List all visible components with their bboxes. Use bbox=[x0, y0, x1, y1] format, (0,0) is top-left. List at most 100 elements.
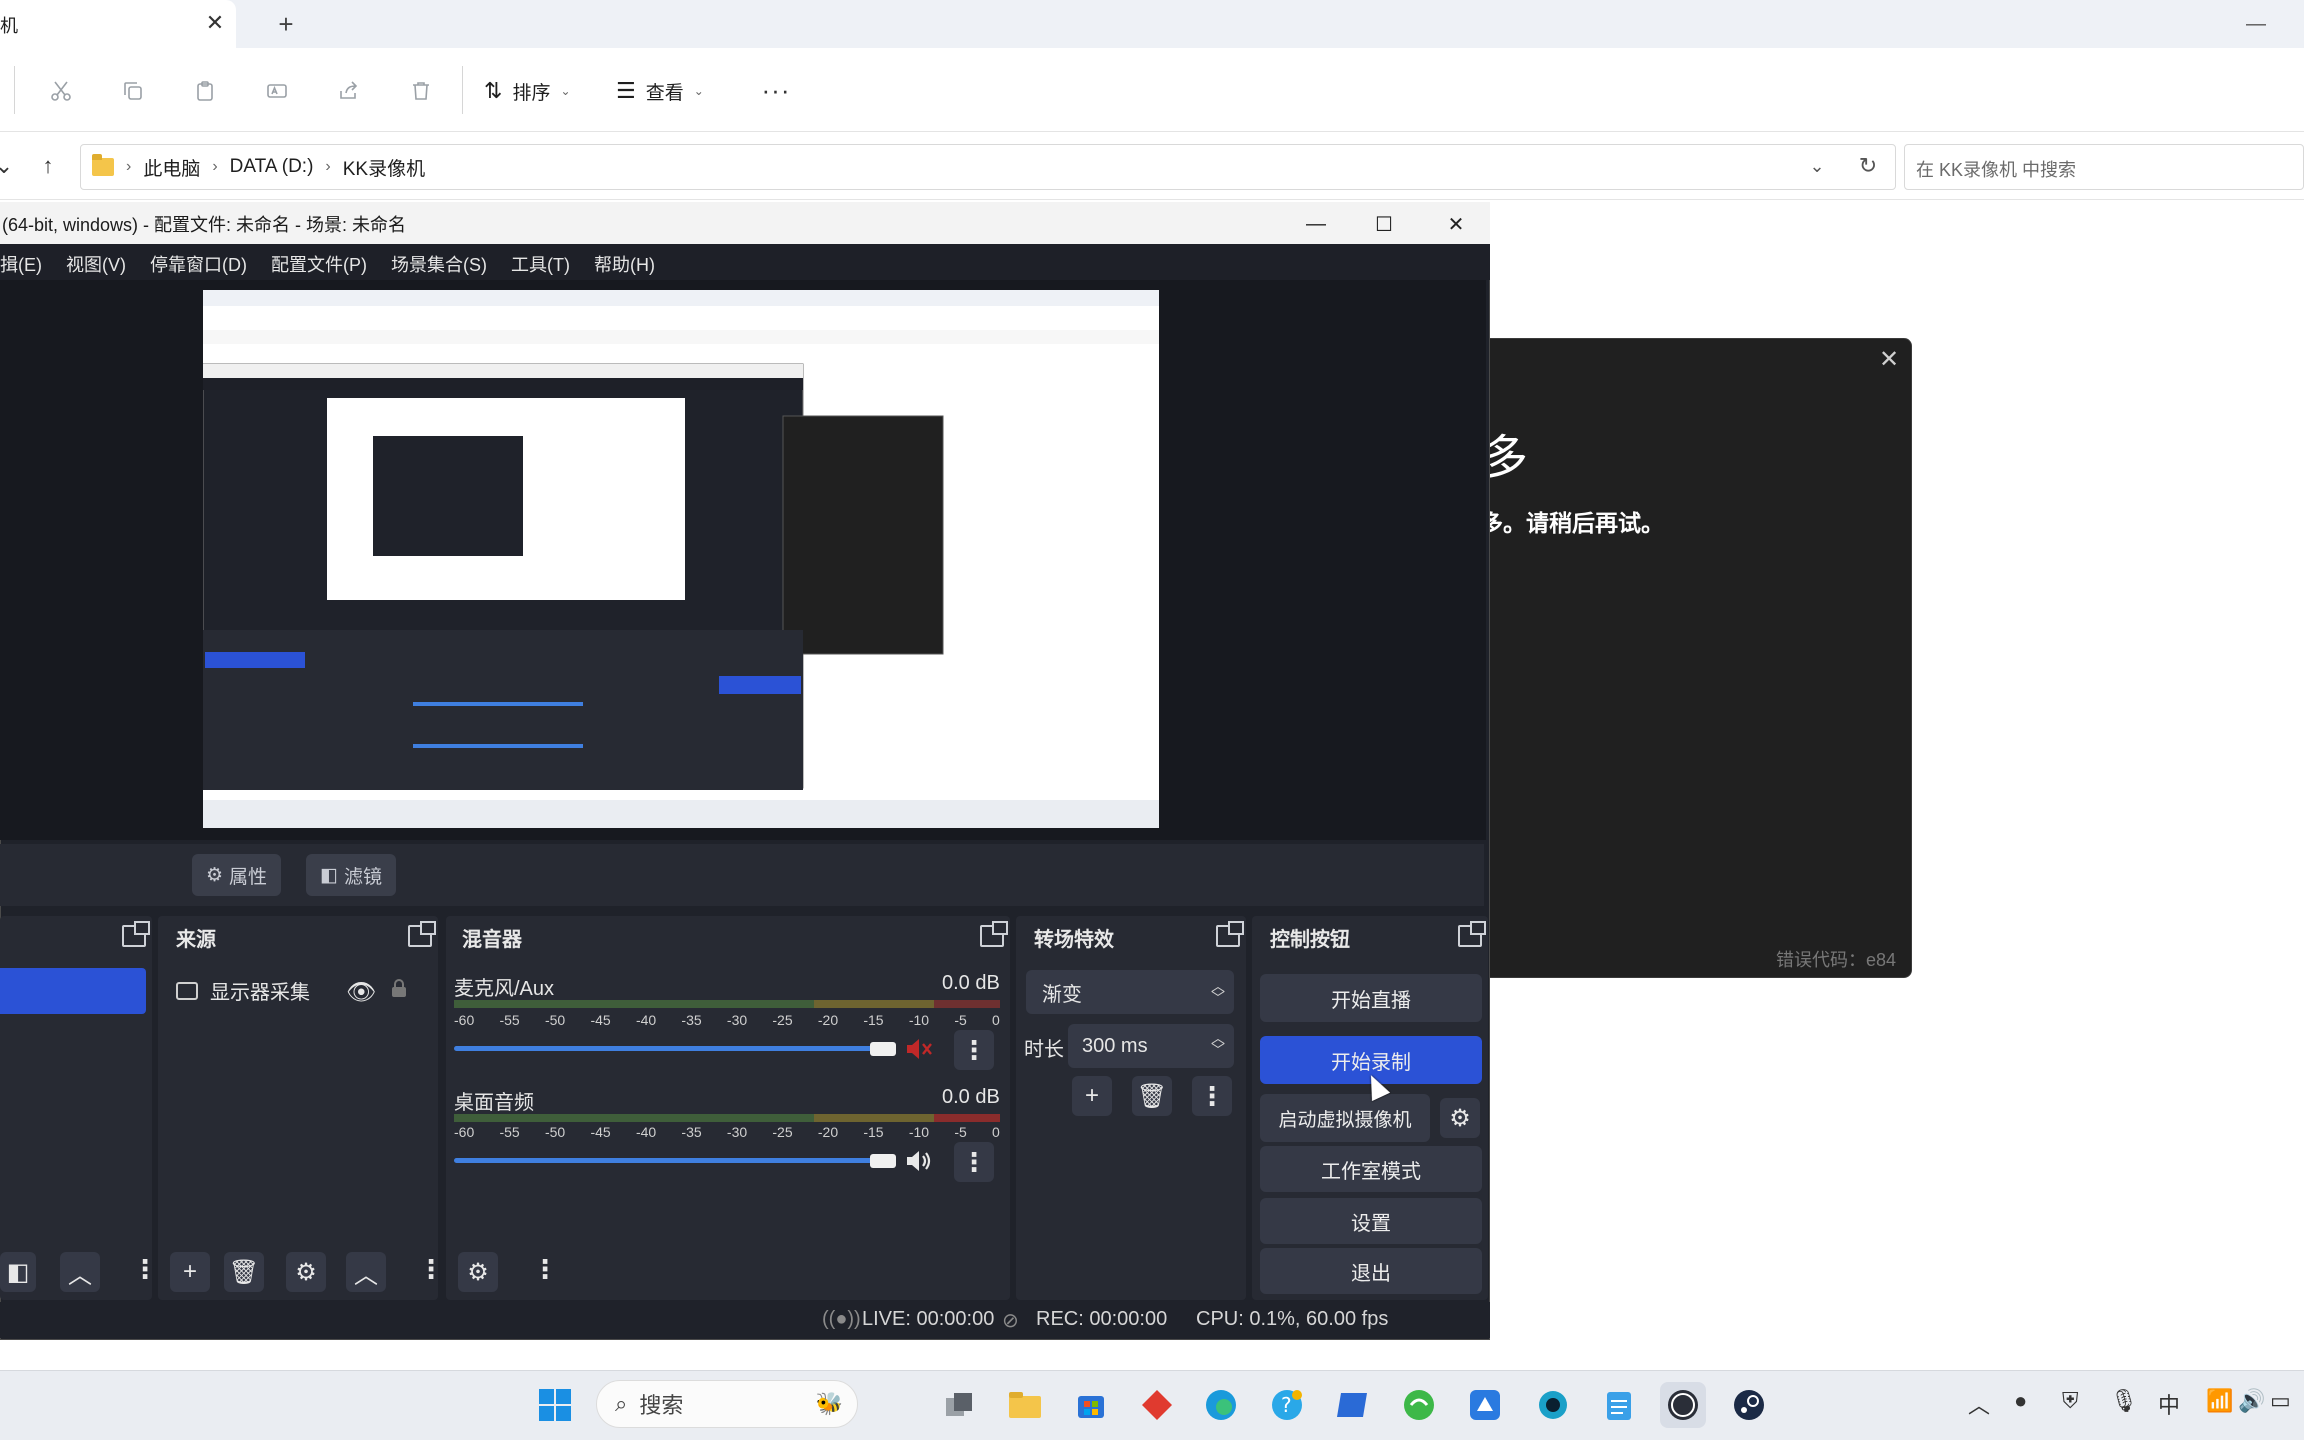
trash-icon[interactable]: 🗑 bbox=[1132, 1076, 1172, 1116]
transition-select[interactable]: 渐变 bbox=[1026, 970, 1234, 1014]
undock-icon[interactable] bbox=[980, 921, 1008, 947]
recent-locations-icon[interactable]: ⌄ bbox=[0, 150, 20, 182]
transition-more-icon[interactable]: ⋮ bbox=[1192, 1076, 1232, 1116]
scene-list-item-selected[interactable] bbox=[0, 968, 146, 1014]
explorer-tab-bar bbox=[0, 0, 2304, 48]
close-icon[interactable]: ✕ bbox=[1874, 344, 1904, 374]
address-dropdown-icon[interactable]: ⌄ bbox=[1802, 150, 1832, 182]
task-view-icon[interactable] bbox=[936, 1382, 982, 1428]
duration-label: 时长 bbox=[1024, 1039, 1064, 1061]
menu-scene-collection[interactable]: 场景集合(S) bbox=[391, 251, 487, 277]
app-cyan-icon[interactable] bbox=[1530, 1382, 1576, 1428]
app-blue-icon[interactable] bbox=[1330, 1382, 1376, 1428]
chevron-down-icon: ⌄ bbox=[560, 84, 571, 98]
shield-icon[interactable]: ⛨ bbox=[2062, 1388, 2079, 1414]
mic-volume-slider[interactable] bbox=[454, 1046, 888, 1051]
share-icon[interactable] bbox=[332, 74, 366, 108]
battery-icon[interactable]: ▭ bbox=[2270, 1388, 2291, 1414]
rename-icon[interactable] bbox=[260, 74, 294, 108]
cut-icon[interactable] bbox=[44, 74, 78, 108]
store-icon[interactable] bbox=[1068, 1382, 1114, 1428]
notepad-icon[interactable] bbox=[1596, 1382, 1642, 1428]
eye-icon[interactable]: 👁 bbox=[346, 978, 376, 1007]
breadcrumb-item[interactable]: KK录像机 bbox=[343, 154, 425, 181]
add-transition-icon[interactable]: + bbox=[1072, 1076, 1112, 1116]
undock-icon[interactable] bbox=[408, 921, 436, 947]
microphone-icon[interactable]: 🎙 bbox=[2110, 1388, 2138, 1414]
input-method-indicator[interactable]: 中 bbox=[2158, 1388, 2180, 1420]
undock-icon[interactable] bbox=[122, 921, 150, 947]
mic-more-icon[interactable]: ⋮ bbox=[954, 1030, 994, 1070]
desktop-volume-slider[interactable] bbox=[454, 1158, 888, 1163]
more-options-button[interactable]: ··· bbox=[756, 70, 796, 110]
move-up-icon[interactable]: ︿ bbox=[60, 1252, 100, 1292]
mixer-more-icon[interactable]: ⋮ bbox=[532, 1254, 558, 1285]
paste-icon[interactable] bbox=[188, 74, 222, 108]
chevron-up-icon[interactable]: ︿ bbox=[1968, 1388, 1990, 1420]
virtual-camera-gear-icon[interactable]: ⚙ bbox=[1440, 1098, 1480, 1138]
app-diamond-icon[interactable] bbox=[1134, 1382, 1180, 1428]
steam-icon[interactable] bbox=[1726, 1382, 1772, 1428]
file-explorer-icon[interactable] bbox=[1002, 1382, 1048, 1428]
tab-close-icon[interactable]: ✕ bbox=[200, 8, 230, 38]
up-arrow-icon[interactable]: ↑ bbox=[32, 150, 64, 182]
menu-view[interactable]: 视图(V) bbox=[66, 251, 126, 277]
volume-icon[interactable]: 🔊 bbox=[2238, 1388, 2265, 1414]
gear-icon[interactable]: ⚙ bbox=[286, 1252, 326, 1292]
studio-mode-button[interactable]: 工作室模式 bbox=[1260, 1146, 1482, 1192]
windows-start-icon[interactable] bbox=[532, 1382, 578, 1428]
menu-help[interactable]: 帮助(H) bbox=[594, 251, 655, 277]
menu-edit[interactable]: 揖(E) bbox=[0, 251, 42, 277]
desktop-volume-handle[interactable] bbox=[870, 1154, 896, 1168]
more-icon[interactable]: ⋮ bbox=[418, 1254, 444, 1285]
muted-speaker-icon[interactable] bbox=[904, 1036, 934, 1062]
menu-docks[interactable]: 停靠窗口(D) bbox=[150, 251, 247, 277]
tray-app-icon[interactable]: ● bbox=[2014, 1388, 2027, 1414]
undock-icon[interactable] bbox=[1216, 921, 1244, 947]
add-source-icon[interactable]: + bbox=[170, 1252, 210, 1292]
minimize-icon[interactable]: — bbox=[1296, 208, 1336, 240]
wifi-icon[interactable]: 📶 bbox=[2206, 1388, 2233, 1414]
start-streaming-button[interactable]: 开始直播 bbox=[1260, 974, 1482, 1022]
desktop-more-icon[interactable]: ⋮ bbox=[954, 1142, 994, 1182]
mic-volume-handle[interactable] bbox=[870, 1042, 896, 1056]
breadcrumb-item[interactable]: DATA (D:) bbox=[230, 156, 314, 178]
search-highlight-icon: 🐝 bbox=[815, 1391, 843, 1416]
stepper-arrows-icon[interactable]: ︿ ﹀ bbox=[1206, 1030, 1230, 1058]
filters-button[interactable]: ◧ 滤镜 bbox=[306, 854, 396, 896]
maximize-icon[interactable]: ☐ bbox=[1364, 208, 1404, 240]
breadcrumb-item[interactable]: 此电脑 bbox=[143, 154, 200, 181]
sort-menu[interactable]: ⇅ 排序 ⌄ bbox=[484, 74, 571, 108]
app-green-icon[interactable] bbox=[1396, 1382, 1442, 1428]
speaker-icon[interactable] bbox=[904, 1148, 934, 1174]
settings-button[interactable]: 设置 bbox=[1260, 1198, 1482, 1244]
properties-button[interactable]: ⚙ 属性 bbox=[192, 854, 282, 896]
view-menu[interactable]: ☰ 查看 ⌄ bbox=[616, 74, 704, 108]
scene-filter-icon[interactable]: ◧ bbox=[0, 1252, 36, 1292]
preview-canvas[interactable] bbox=[203, 290, 1159, 828]
view-icon: ☰ bbox=[616, 78, 636, 103]
help-icon[interactable]: ? bbox=[1264, 1382, 1310, 1428]
refresh-icon[interactable]: ↻ bbox=[1852, 150, 1884, 182]
copy-icon[interactable] bbox=[116, 74, 150, 108]
source-item[interactable]: 显示器采集 bbox=[176, 976, 310, 1005]
menu-tools[interactable]: 工具(T) bbox=[511, 251, 570, 277]
delete-icon[interactable] bbox=[404, 74, 438, 108]
obs-taskbar-icon[interactable] bbox=[1660, 1382, 1706, 1428]
close-icon[interactable]: ✕ bbox=[1436, 208, 1476, 240]
exit-button[interactable]: 退出 bbox=[1260, 1248, 1482, 1294]
menu-profile[interactable]: 配置文件(P) bbox=[271, 251, 367, 277]
edge-icon[interactable] bbox=[1198, 1382, 1244, 1428]
advanced-audio-gear-icon[interactable]: ⚙ bbox=[458, 1252, 498, 1292]
start-virtual-camera-button[interactable]: 启动虚拟摄像机 bbox=[1260, 1094, 1430, 1142]
trash-icon[interactable]: 🗑 bbox=[224, 1252, 264, 1292]
new-tab-button[interactable]: + bbox=[270, 8, 302, 40]
move-up-icon[interactable]: ︿ bbox=[346, 1252, 386, 1292]
lock-icon[interactable] bbox=[390, 978, 408, 998]
undock-icon[interactable] bbox=[1458, 921, 1486, 947]
minimize-icon[interactable]: — bbox=[2236, 4, 2276, 44]
app-bird-icon[interactable] bbox=[1462, 1382, 1508, 1428]
taskbar-search[interactable]: ⌕ 搜索 🐝 bbox=[596, 1380, 858, 1428]
more-icon[interactable]: ⋮ bbox=[132, 1254, 158, 1285]
live-time: LIVE: 00:00:00 bbox=[862, 1308, 995, 1330]
